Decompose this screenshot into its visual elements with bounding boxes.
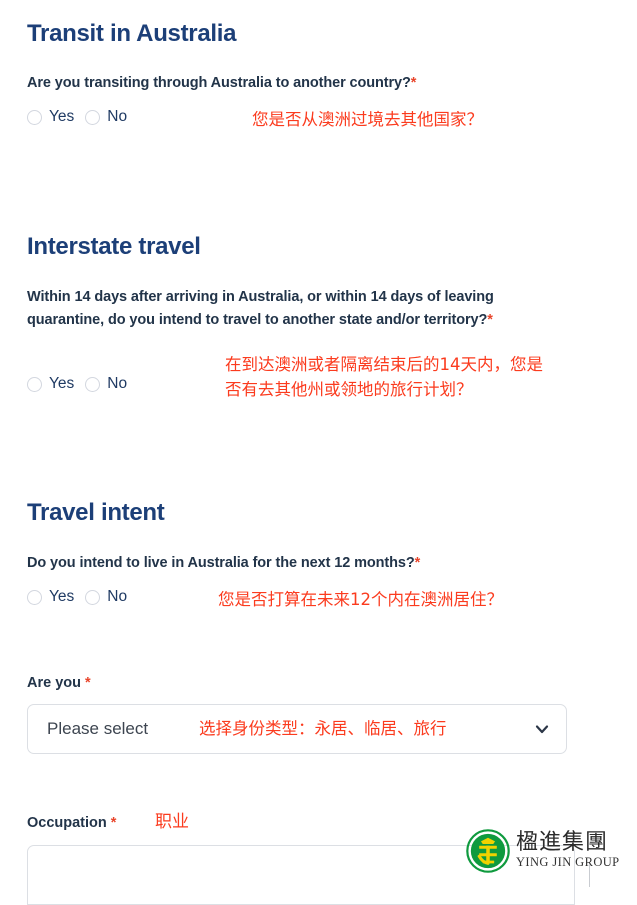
question-label-interstate: Within 14 days after arriving in Austral… [27, 286, 537, 331]
radio-option-travel-intent-yes[interactable]: Yes [27, 589, 74, 605]
section-heading-interstate: Interstate travel [27, 232, 201, 260]
radio-label-yes: Yes [49, 108, 75, 125]
question-label-transit: Are you transiting through Australia to … [27, 72, 547, 95]
radio-group-transit[interactable]: Yes No [27, 109, 127, 125]
required-asterisk: * [414, 555, 421, 571]
annotation-transit: 您是否从澳洲过境去其他国家？ [252, 110, 483, 129]
radio-option-transit-yes[interactable]: Yes [27, 109, 74, 125]
radio-label-yes: Yes [49, 588, 75, 605]
occupation-label: Occupation * [27, 813, 116, 833]
radio-group-interstate[interactable]: Yes No [27, 376, 127, 392]
question-text: Do you intend to live in Australia for t… [27, 555, 415, 571]
section-heading-transit: Transit in Australia [27, 19, 237, 47]
radio-circle-icon[interactable] [85, 589, 101, 605]
annotation-travel-intent: 您是否打算在未来12个内在澳洲居住？ [218, 590, 503, 609]
question-text: Within 14 days after arriving in Austral… [27, 289, 494, 328]
annotation-are-you: 选择身份类型：永居、临居、旅行 [199, 719, 447, 738]
radio-option-interstate-no[interactable]: No [85, 376, 127, 392]
watermark-divider [589, 864, 590, 887]
are-you-label: Are you * [27, 673, 91, 693]
occupation-input[interactable] [27, 845, 575, 905]
radio-option-travel-intent-no[interactable]: No [85, 589, 127, 605]
radio-label-no: No [107, 588, 128, 605]
radio-group-travel-intent[interactable]: Yes No [27, 589, 127, 605]
radio-option-interstate-yes[interactable]: Yes [27, 376, 74, 392]
field-label-text: Occupation [27, 815, 107, 831]
radio-circle-icon[interactable] [85, 109, 101, 125]
annotation-occupation: 职业 [155, 812, 189, 832]
annotation-interstate: 在到达澳洲或者隔离结束后的14天内，您是 否有去其他州或领地的旅行计划？ [225, 355, 543, 399]
question-label-travel-intent: Do you intend to live in Australia for t… [27, 552, 547, 575]
radio-label-no: No [107, 108, 128, 125]
required-asterisk: * [110, 815, 117, 831]
radio-option-transit-no[interactable]: No [85, 109, 127, 125]
section-heading-travel-intent: Travel intent [27, 498, 165, 526]
radio-label-yes: Yes [49, 375, 75, 392]
radio-circle-icon[interactable] [85, 376, 101, 392]
field-label-text: Are you [27, 675, 81, 691]
radio-circle-icon[interactable] [27, 376, 42, 392]
radio-label-no: No [107, 375, 128, 392]
radio-circle-icon[interactable] [27, 589, 42, 605]
required-asterisk: * [410, 75, 417, 91]
question-text: Are you transiting through Australia to … [27, 75, 411, 91]
required-asterisk: * [487, 311, 493, 328]
chevron-down-icon[interactable] [534, 721, 550, 737]
radio-circle-icon[interactable] [27, 109, 42, 125]
select-selected-value: Please select [47, 719, 149, 738]
form-page: Transit in Australia Are you transiting … [0, 0, 637, 905]
required-asterisk: * [85, 675, 91, 691]
